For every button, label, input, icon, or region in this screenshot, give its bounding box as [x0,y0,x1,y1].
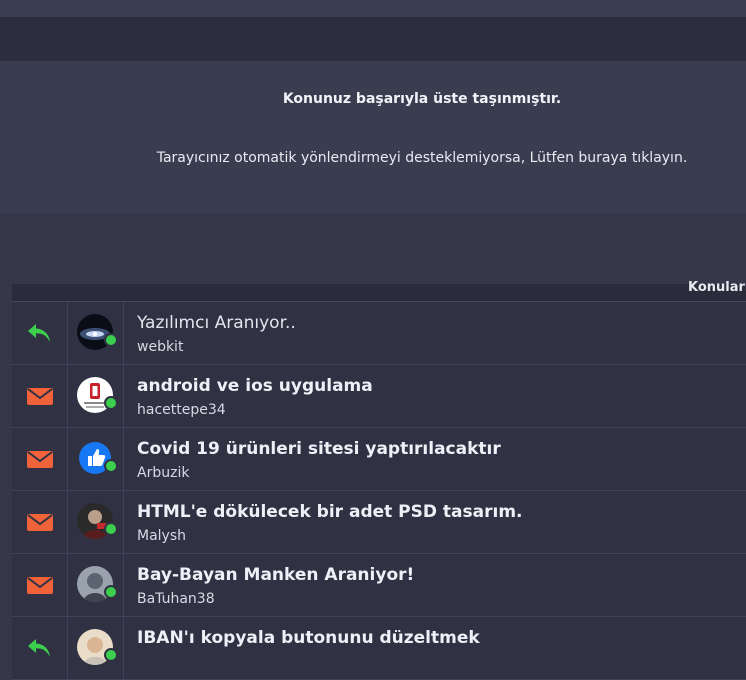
thread-title[interactable]: Bay-Bayan Manken Araniyor! [137,565,414,585]
thread-list: Konuları Yazılımcı Aranıyor.. webkit and… [12,280,746,680]
thread-state-cell [12,491,68,553]
thread-row[interactable]: Yazılımcı Aranıyor.. webkit [12,302,746,365]
online-indicator [104,648,118,662]
avatar-cell[interactable] [68,617,124,679]
thread-row[interactable]: Bay-Bayan Manken Araniyor! BaTuhan38 [12,554,746,617]
thread-list-header: Konuları [12,280,746,302]
top-strip [0,0,746,17]
avatar-cell[interactable] [68,365,124,427]
header-bar [0,17,746,61]
spacer-band [0,213,746,284]
online-indicator [104,333,118,347]
thread-state-cell [12,428,68,490]
thread-list-header-label: Konuları [688,280,746,295]
online-indicator [104,396,118,410]
envelope-icon [27,451,53,468]
thread-state-cell [12,365,68,427]
reply-icon [28,324,50,342]
avatar-cell[interactable] [68,554,124,616]
online-indicator [104,585,118,599]
thread-author[interactable]: hacettepe34 [137,402,226,418]
thread-row[interactable]: HTML'e dökülecek bir adet PSD tasarım. M… [12,491,746,554]
thread-row[interactable]: IBAN'ı kopyala butonunu düzeltmek [12,617,746,680]
thread-state-cell [12,302,68,364]
envelope-icon [27,514,53,531]
avatar-cell[interactable] [68,428,124,490]
thread-title[interactable]: Covid 19 ürünleri sitesi yaptırılacaktır [137,439,501,459]
thread-row[interactable]: Covid 19 ürünleri sitesi yaptırılacaktır… [12,428,746,491]
envelope-icon [27,577,53,594]
online-indicator [104,522,118,536]
thread-author[interactable]: BaTuhan38 [137,591,215,607]
thread-state-cell [12,554,68,616]
envelope-icon [27,388,53,405]
thread-title[interactable]: android ve ios uygulama [137,376,373,396]
avatar-cell[interactable] [68,491,124,553]
thread-row[interactable]: android ve ios uygulama hacettepe34 [12,365,746,428]
redirect-title: Konunuz başarıyla üste taşınmıştır. [282,91,562,107]
redirect-link[interactable]: Tarayıcınız otomatik yönlendirmeyi deste… [157,150,688,166]
thread-title[interactable]: IBAN'ı kopyala butonunu düzeltmek [137,628,480,648]
avatar-cell[interactable] [68,302,124,364]
thread-author[interactable]: webkit [137,339,183,355]
thread-author[interactable]: Malysh [137,528,186,544]
thread-title[interactable]: Yazılımcı Aranıyor.. [137,313,296,333]
redirect-notice: Konunuz başarıyla üste taşınmıştır. Tara… [0,61,746,213]
thread-title[interactable]: HTML'e dökülecek bir adet PSD tasarım. [137,502,523,522]
reply-icon [28,639,50,657]
thread-author[interactable]: Arbuzik [137,465,189,481]
online-indicator [104,459,118,473]
redirect-message[interactable]: Tarayıcınız otomatik yönlendirmeyi deste… [0,150,746,166]
thread-state-cell [12,617,68,679]
